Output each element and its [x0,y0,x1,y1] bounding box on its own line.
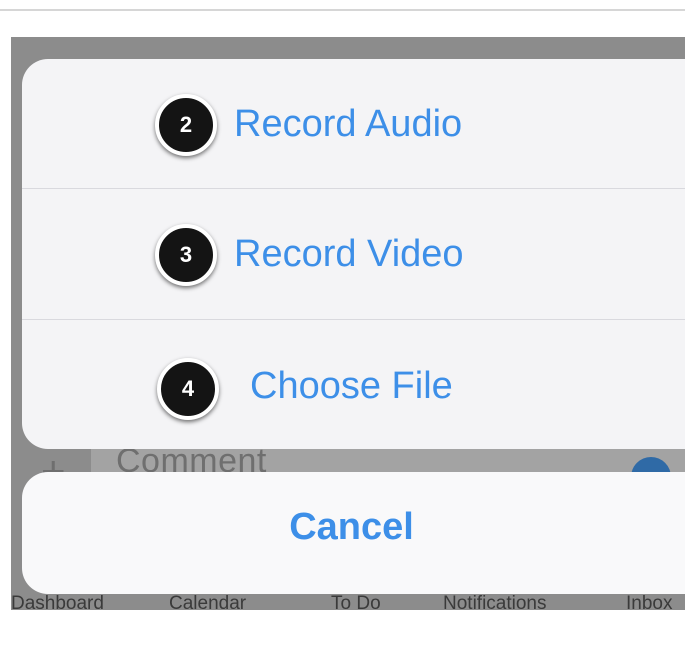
record-video-button[interactable]: 3 Record Video [22,188,685,318]
cancel-label: Cancel [289,506,414,548]
step-badge: 3 [155,224,217,286]
tab-to-do: To Do [331,593,381,610]
step-badge: 2 [155,94,217,156]
choose-file-label: Choose File [250,365,453,407]
record-video-label: Record Video [234,233,464,275]
tab-notifications: Notifications [443,593,547,610]
tab-calendar: Calendar [169,593,247,610]
choose-file-button[interactable]: 4 Choose File [22,319,685,449]
top-divider [0,9,685,11]
record-audio-button[interactable]: 2 Record Audio [22,59,685,188]
cancel-button[interactable]: Cancel [22,472,685,594]
step-badge: 4 [157,358,219,420]
action-sheet: 2 Record Audio 3 Record Video 4 Choose F… [22,59,685,449]
tab-bar: Dashboard Calendar To Do Notifications I… [11,593,685,610]
tab-inbox: Inbox [626,593,673,610]
tab-dashboard: Dashboard [11,593,104,610]
record-audio-label: Record Audio [234,103,463,145]
